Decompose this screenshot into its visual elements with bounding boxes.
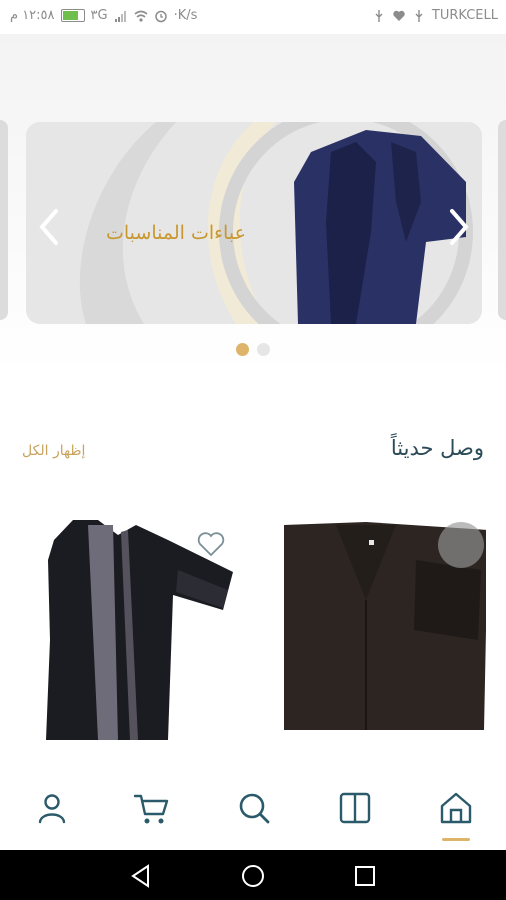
product-card[interactable] (18, 500, 238, 750)
categories-icon[interactable] (335, 788, 375, 828)
status-right-group: TURKCELL (372, 8, 498, 23)
recents-icon[interactable] (352, 863, 378, 889)
show-all-link[interactable]: إظهار الكل (22, 443, 85, 459)
back-icon[interactable] (128, 863, 154, 889)
signal-label: ٣G (90, 8, 108, 23)
active-tab-indicator (442, 838, 470, 841)
banner-title: عباءات المناسبات (106, 222, 246, 244)
profile-icon[interactable] (32, 788, 72, 828)
usb-icon (375, 9, 383, 22)
network-speed: ·K/s (173, 8, 198, 23)
section-title: وصل حديثاً (390, 436, 484, 460)
heart-outline-icon[interactable] (196, 530, 226, 558)
carrier-name: TURKCELL (431, 8, 498, 23)
favorite-toggle[interactable] (438, 522, 484, 568)
chevron-right-icon[interactable] (446, 207, 472, 247)
previous-slide-peek (0, 120, 8, 320)
product-card[interactable] (266, 500, 488, 750)
home-icon[interactable] (436, 788, 476, 828)
cart-icon[interactable] (132, 788, 172, 828)
alarm-icon (154, 10, 167, 22)
status-left-group: ١٢:٥٨ م ٣G ·K/s (10, 8, 197, 23)
health-heart-icon (393, 10, 405, 21)
chevron-left-icon[interactable] (36, 207, 62, 247)
bottom-nav (0, 770, 506, 850)
carousel-indicator (236, 343, 270, 356)
system-nav-bar (0, 850, 506, 900)
carousel-dot-active[interactable] (236, 343, 249, 356)
status-bar: ١٢:٥٨ م ٣G ·K/s TURKCELL (0, 0, 506, 34)
search-icon[interactable] (234, 788, 274, 828)
status-time: ١٢:٥٨ م (10, 8, 55, 23)
carousel-dot[interactable] (257, 343, 270, 356)
banner-image (26, 122, 482, 324)
battery-icon (60, 9, 85, 22)
usb-debug-icon (415, 9, 423, 22)
home-button-icon[interactable] (240, 863, 266, 889)
signal-bars-icon (114, 10, 126, 22)
next-slide-peek (498, 120, 506, 320)
banner-slide[interactable]: عباءات المناسبات (26, 122, 482, 324)
wifi-icon (134, 10, 148, 22)
